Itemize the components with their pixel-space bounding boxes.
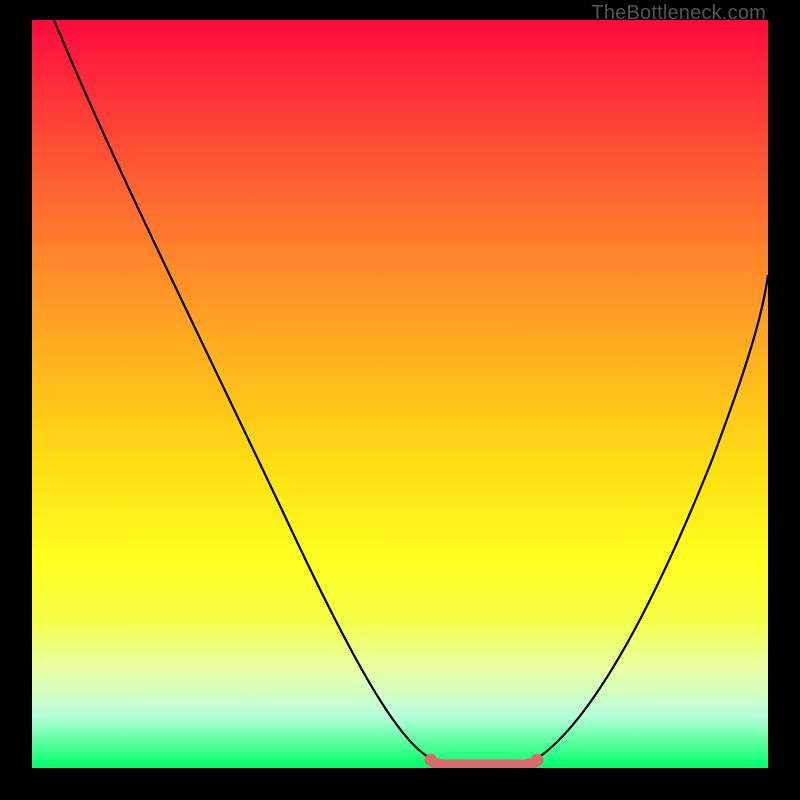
bottleneck-curve <box>54 20 768 764</box>
flat-segment-dot-right <box>532 754 543 765</box>
optimal-flat-segment <box>430 760 538 765</box>
curve-layer <box>32 20 768 768</box>
flat-segment-dot-left <box>426 754 437 765</box>
plot-area <box>32 20 768 768</box>
chart-frame: TheBottleneck.com <box>0 0 800 800</box>
